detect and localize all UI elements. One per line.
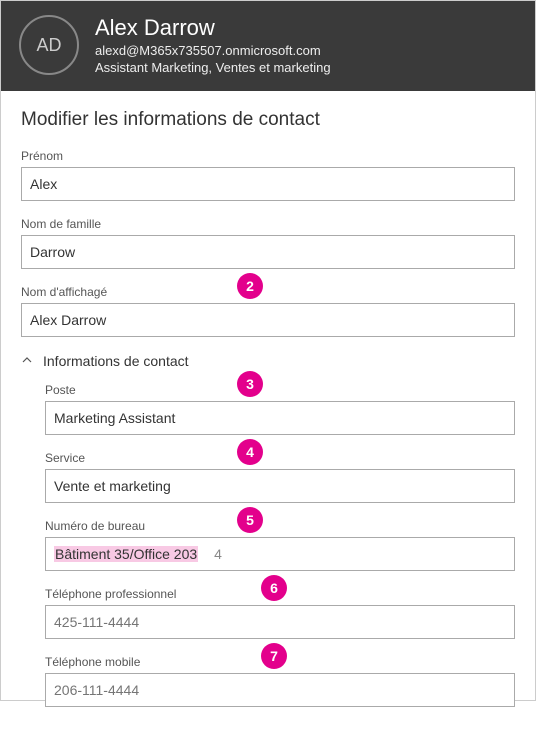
field-display-name: Nom d'affichagé 2 — [21, 285, 515, 337]
header-text: Alex Darrow alexd@M365x735507.onmicrosof… — [95, 15, 331, 75]
office-trailing: 4 — [214, 546, 222, 562]
annotation-badge-4: 4 — [237, 439, 263, 465]
form-content: Modifier les informations de contact Pré… — [1, 91, 535, 733]
label-last-name: Nom de famille — [21, 217, 515, 231]
input-last-name[interactable] — [21, 235, 515, 269]
label-job-title: Poste — [45, 383, 515, 397]
field-mobile-phone: Téléphone mobile 7 — [45, 655, 515, 707]
header-role: Assistant Marketing, Ventes et marketing — [95, 60, 331, 75]
label-office: Numéro de bureau — [45, 519, 515, 533]
annotation-badge-5: 5 — [237, 507, 263, 533]
input-first-name[interactable] — [21, 167, 515, 201]
office-highlight: Bâtiment 35/Office 203 — [54, 546, 198, 562]
form-title: Modifier les informations de contact — [21, 109, 515, 131]
field-first-name: Prénom — [21, 149, 515, 201]
field-office: Numéro de bureau 5 Bâtiment 35/Office 20… — [45, 519, 515, 571]
contact-section-toggle[interactable]: Informations de contact — [21, 353, 515, 369]
avatar: AD — [19, 15, 79, 75]
field-work-phone: Téléphone professionnel 6 — [45, 587, 515, 639]
label-first-name: Prénom — [21, 149, 515, 163]
input-display-name[interactable] — [21, 303, 515, 337]
field-last-name: Nom de famille — [21, 217, 515, 269]
input-work-phone[interactable] — [45, 605, 515, 639]
label-display-name: Nom d'affichagé — [21, 285, 515, 299]
contact-section-body: Poste 3 Service 4 Numéro de bureau 5 Bât… — [21, 383, 515, 707]
annotation-badge-6: 6 — [261, 575, 287, 601]
header-email: alexd@M365x735507.onmicrosoft.com — [95, 43, 331, 58]
input-department[interactable] — [45, 469, 515, 503]
annotation-badge-7: 7 — [261, 643, 287, 669]
contact-section-title: Informations de contact — [43, 353, 189, 369]
header-display-name: Alex Darrow — [95, 15, 331, 41]
annotation-badge-3: 3 — [237, 371, 263, 397]
input-office[interactable]: Bâtiment 35/Office 203 4 — [45, 537, 515, 571]
annotation-badge-2: 2 — [237, 273, 263, 299]
label-department: Service — [45, 451, 515, 465]
input-mobile-phone[interactable] — [45, 673, 515, 707]
profile-header: AD Alex Darrow alexd@M365x735507.onmicro… — [1, 1, 535, 91]
chevron-up-icon — [21, 355, 33, 367]
field-job-title: Poste 3 — [45, 383, 515, 435]
input-job-title[interactable] — [45, 401, 515, 435]
field-department: Service 4 — [45, 451, 515, 503]
avatar-initials: AD — [36, 35, 61, 56]
